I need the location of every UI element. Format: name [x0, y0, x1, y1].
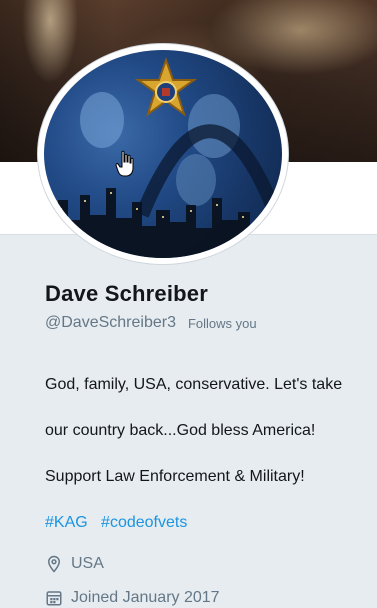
joined-row: Joined January 2017 — [45, 588, 365, 608]
calendar-icon — [45, 589, 63, 607]
hashtag-link[interactable]: #KAG — [45, 514, 88, 531]
profile-meta: USA Joined January 2017 — [45, 554, 365, 608]
location-pin-icon — [45, 555, 63, 573]
hashtag-link[interactable]: #codeofvets — [101, 514, 187, 531]
display-name: Dave Schreiber — [45, 281, 208, 306]
follows-you-badge: Follows you — [187, 315, 257, 331]
handle[interactable]: @DaveSchreiber3 — [45, 314, 176, 332]
handle-row: @DaveSchreiber3 Follows you — [45, 314, 365, 332]
hand-pointer-cursor-icon — [114, 150, 138, 178]
joined-text: Joined January 2017 — [71, 589, 220, 606]
bio-line: Support Law Enforcement & Military! — [45, 468, 305, 485]
hashtag-separator — [92, 514, 96, 531]
location-text: USA — [71, 555, 104, 572]
location-row: USA — [45, 554, 365, 574]
avatar[interactable] — [44, 50, 282, 258]
bio: God, family, USA, conservative. Let's ta… — [45, 350, 365, 511]
hashtags: #KAG #codeofvets — [45, 511, 365, 534]
bio-line: God, family, USA, conservative. Let's ta… — [45, 376, 343, 393]
bio-line: our country back...God bless America! — [45, 422, 316, 439]
profile-details: Dave Schreiber @DaveSchreiber3 Follows y… — [45, 280, 365, 608]
